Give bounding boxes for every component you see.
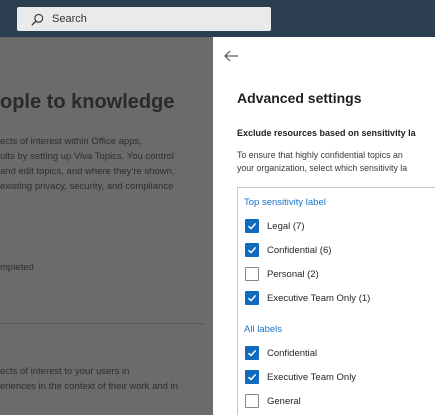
all-label-row-general[interactable]: General	[245, 394, 301, 408]
checkbox[interactable]	[245, 394, 259, 408]
label-row-legal[interactable]: Legal (7)	[245, 219, 305, 233]
checkmark-icon	[247, 373, 257, 381]
label-text: Confidential (6)	[267, 244, 332, 256]
checkbox[interactable]	[245, 219, 259, 233]
background-divider	[0, 323, 205, 324]
all-labels-heading: All labels	[244, 324, 283, 335]
sensitivity-label-list: Top sensitivity label Legal (7) Confiden…	[237, 187, 435, 415]
label-row-personal[interactable]: Personal (2)	[245, 267, 319, 281]
section-heading: Exclude resources based on sensitivity l…	[237, 128, 416, 138]
advanced-settings-panel: Advanced settings Exclude resources base…	[213, 37, 435, 415]
label-row-confidential[interactable]: Confidential (6)	[245, 243, 331, 257]
label-text: General	[267, 395, 301, 407]
checkbox[interactable]	[245, 370, 259, 384]
background-status: mpleted	[0, 262, 34, 273]
top-sensitivity-label-heading: Top sensitivity label	[244, 197, 326, 208]
top-bar: Search	[0, 0, 435, 37]
search-placeholder: Search	[52, 13, 87, 25]
checkmark-icon	[247, 222, 257, 230]
checkbox[interactable]	[245, 346, 259, 360]
label-row-executive-team-only[interactable]: Executive Team Only (1)	[245, 291, 370, 305]
back-arrow-icon[interactable]	[223, 49, 239, 63]
checkbox[interactable]	[245, 243, 259, 257]
all-label-row-confidential[interactable]: Confidential	[245, 346, 317, 360]
label-text: Personal (2)	[267, 268, 319, 280]
checkbox[interactable]	[245, 267, 259, 281]
checkmark-icon	[247, 349, 257, 357]
background-page: ople to knowledge ects of interest withi…	[0, 37, 213, 415]
label-text: Legal (7)	[267, 220, 305, 232]
label-text: Confidential	[267, 347, 318, 359]
all-label-row-executive-team-only[interactable]: Executive Team Only	[245, 370, 356, 384]
checkmark-icon	[247, 246, 257, 254]
label-text: Executive Team Only	[267, 371, 357, 383]
search-box[interactable]: Search	[17, 7, 271, 31]
background-description-2: ects of interest to your users in erienc…	[0, 366, 178, 392]
search-icon	[31, 13, 44, 25]
label-text: Executive Team Only (1)	[267, 292, 371, 304]
checkbox[interactable]	[245, 291, 259, 305]
section-description: To ensure that highly confidential topic…	[237, 150, 408, 173]
background-heading: ople to knowledge	[0, 91, 175, 113]
checkmark-icon	[247, 294, 257, 302]
panel-title: Advanced settings	[237, 90, 362, 106]
background-description: ects of interest within Office apps, ult…	[0, 136, 175, 192]
